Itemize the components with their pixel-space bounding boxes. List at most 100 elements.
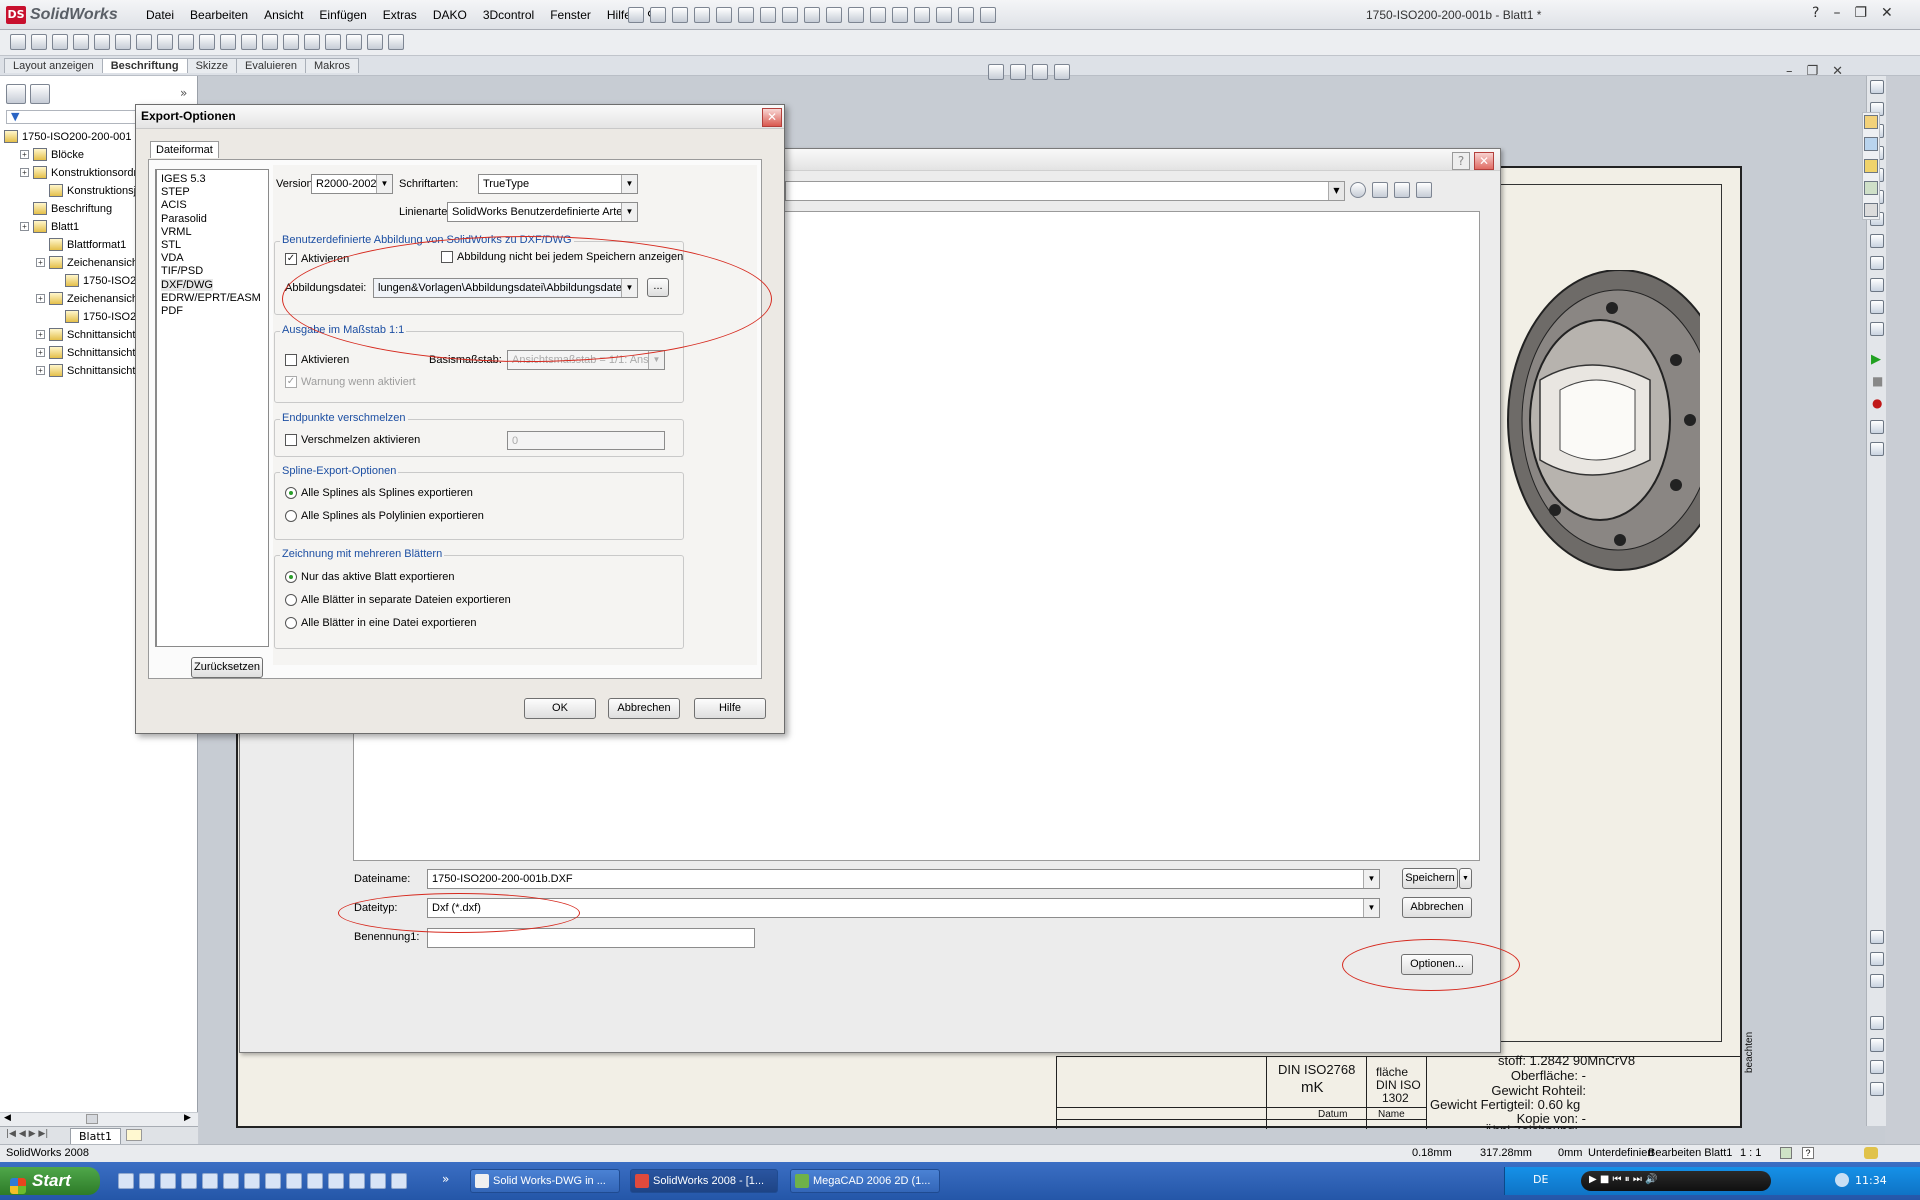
ie-icon[interactable]: [118, 1173, 134, 1189]
collapse-panel-icon[interactable]: »: [180, 86, 187, 100]
task-solidworks[interactable]: SolidWorks 2008 - [1...: [630, 1169, 778, 1193]
filename-input[interactable]: 1750-ISO200-200-001b.DXF ▼: [427, 869, 1380, 889]
linetypes-select[interactable]: SolidWorks Benutzerdefinierte Arten ▼: [447, 202, 638, 222]
task-megacad[interactable]: MegaCAD 2006 2D (1...: [790, 1169, 940, 1193]
export-dialog-titlebar[interactable]: Export-Optionen ✕: [136, 105, 784, 129]
app-icon-8[interactable]: [391, 1173, 407, 1189]
hatch-icon[interactable]: [1870, 256, 1884, 270]
filetype-select[interactable]: Dxf (*.dxf) ▼: [427, 898, 1380, 918]
record-macro-icon[interactable]: ●: [1872, 396, 1882, 410]
new-folder-icon[interactable]: [1394, 182, 1410, 198]
base-scale-select[interactable]: Ansichtsmaßstab = 1/1: Ans ▼: [507, 350, 665, 370]
align-icon[interactable]: [1870, 1060, 1884, 1074]
app-icon-7[interactable]: [349, 1173, 365, 1189]
select-icon[interactable]: [826, 7, 842, 23]
map-activate-checkbox[interactable]: ✓ Aktivieren: [285, 253, 349, 265]
paste-icon[interactable]: [782, 7, 798, 23]
tab-macros[interactable]: Makros: [304, 58, 360, 73]
tab-annotation[interactable]: Beschriftung: [101, 58, 188, 73]
back-icon[interactable]: [1350, 182, 1366, 198]
tree-item[interactable]: 1750-ISO2: [52, 308, 136, 325]
datum-feature-icon[interactable]: [241, 34, 257, 50]
tab-sketch[interactable]: Skizze: [186, 58, 237, 73]
save-location-combo[interactable]: ▼: [785, 181, 1345, 201]
tree-item[interactable]: + Blöcke: [20, 146, 84, 163]
separate-files-radio[interactable]: Alle Blätter in separate Dateien exporti…: [285, 594, 511, 606]
expand-icon[interactable]: +: [36, 294, 45, 303]
layer-icon[interactable]: [1870, 1016, 1884, 1030]
scroll-right-icon[interactable]: ▶: [184, 1113, 191, 1123]
tab-layout[interactable]: Layout anzeigen: [4, 58, 103, 73]
format-item[interactable]: EDRW/EPRT/EASM: [161, 292, 261, 304]
app-icon-4[interactable]: [244, 1173, 260, 1189]
tree-item[interactable]: + Konstruktionsordn: [20, 164, 140, 181]
excel-icon[interactable]: [328, 1173, 344, 1189]
help-icon[interactable]: ?: [1452, 152, 1470, 170]
revision-cloud-icon[interactable]: [346, 34, 362, 50]
close-icon[interactable]: ✕: [1474, 152, 1494, 170]
acrobat-icon[interactable]: [370, 1173, 386, 1189]
hole-callout-icon[interactable]: [199, 34, 215, 50]
up-folder-icon[interactable]: [1372, 182, 1388, 198]
start-button[interactable]: Start: [0, 1167, 100, 1195]
expand-icon[interactable]: +: [36, 366, 45, 375]
expand-icon[interactable]: +: [20, 168, 29, 177]
tree-item[interactable]: Beschriftung: [20, 200, 112, 217]
app-logo[interactable]: DS SolidWorks: [6, 4, 118, 26]
spline-as-splines-radio[interactable]: Alle Splines als Splines exportieren: [285, 487, 473, 499]
tree-item[interactable]: + Zeichenansich: [36, 254, 138, 271]
options-button[interactable]: Optionen...: [1401, 954, 1473, 975]
filter-icon[interactable]: [936, 7, 952, 23]
scroll-left-icon[interactable]: ◀: [4, 1113, 11, 1123]
fonts-select[interactable]: TrueType ▼: [478, 174, 638, 194]
tray-icon[interactable]: [1835, 1173, 1849, 1187]
tree-item[interactable]: Konstruktionsj: [36, 182, 136, 199]
save-icon[interactable]: [672, 7, 688, 23]
cut-icon[interactable]: [738, 7, 754, 23]
smart-dimension-icon[interactable]: [10, 34, 26, 50]
folder-icon[interactable]: [1864, 159, 1878, 173]
solidworks-quick-icon[interactable]: [265, 1173, 281, 1189]
options-icon[interactable]: [870, 7, 886, 23]
expand-icon[interactable]: +: [36, 348, 45, 357]
format-item[interactable]: PDF: [161, 305, 183, 317]
tag-icon[interactable]: [1864, 1147, 1878, 1159]
balloon-icon[interactable]: [94, 34, 110, 50]
weld-symbol-icon[interactable]: [178, 34, 194, 50]
print-icon[interactable]: [694, 7, 710, 23]
undo-icon[interactable]: [804, 7, 820, 23]
tab-file-format[interactable]: Dateiformat: [150, 141, 219, 158]
expand-icon[interactable]: +: [36, 330, 45, 339]
scale-activate-checkbox[interactable]: Aktivieren: [285, 354, 349, 366]
format-item[interactable]: STL: [161, 239, 181, 251]
new-macro-icon[interactable]: [1870, 420, 1884, 434]
format-item[interactable]: ACIS: [161, 199, 187, 211]
datum-icon[interactable]: [1870, 300, 1884, 314]
new-document-icon[interactable]: [628, 7, 644, 23]
menu-einfuegen[interactable]: Einfügen: [311, 6, 374, 24]
format-item[interactable]: Parasolid: [161, 213, 207, 225]
version-select[interactable]: R2000-2002 ▼: [311, 174, 393, 194]
description-input[interactable]: [427, 928, 755, 948]
menu-3dcontrol[interactable]: 3Dcontrol: [475, 6, 542, 24]
doc-close-icon[interactable]: ✕: [1832, 64, 1843, 79]
open-icon[interactable]: [650, 7, 666, 23]
spline-as-polylines-radio[interactable]: Alle Splines als Polylinien exportieren: [285, 510, 484, 522]
minimize-icon[interactable]: –: [1833, 5, 1840, 21]
cancel-button[interactable]: Abbrechen: [1402, 897, 1472, 918]
tree-horizontal-scrollbar[interactable]: ◀ ▶: [0, 1112, 198, 1126]
stop-macro-icon[interactable]: ■: [1872, 374, 1883, 388]
scroll-thumb[interactable]: [86, 1114, 98, 1124]
symbol-icon[interactable]: [1870, 322, 1884, 336]
dont-show-checkbox[interactable]: Abbildung nicht bei jedem Speichern anze…: [441, 251, 683, 263]
help-button[interactable]: Hilfe: [694, 698, 766, 719]
menu-ansicht[interactable]: Ansicht: [256, 6, 311, 24]
weld-icon[interactable]: [1870, 278, 1884, 292]
format-item[interactable]: STEP: [161, 186, 190, 198]
merge-checkbox[interactable]: Verschmelzen aktivieren: [285, 434, 420, 446]
grid-icon[interactable]: [892, 7, 908, 23]
view-icon[interactable]: [914, 7, 930, 23]
sheet-nav-icon[interactable]: |◀ ◀ ▶ ▶|: [6, 1129, 48, 1139]
spell-check-icon[interactable]: [52, 34, 68, 50]
app-icon-3[interactable]: [223, 1173, 239, 1189]
